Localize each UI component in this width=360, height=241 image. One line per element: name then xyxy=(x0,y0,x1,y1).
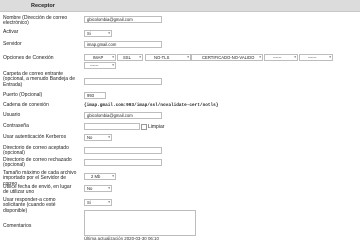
fecha-envio-label: Utilice fecha de envió, en lugar de util… xyxy=(3,184,72,196)
activar-select[interactable]: Si ▾ xyxy=(84,30,112,37)
opciones-label: Opciones de Conexión xyxy=(3,55,54,61)
chevron-down-icon: ▾ xyxy=(139,55,141,59)
chevron-down-icon: ▾ xyxy=(108,200,110,204)
chevron-down-icon: ▾ xyxy=(329,55,331,59)
activar-label: Activar xyxy=(3,29,19,35)
opcion-ssl-value: SSL xyxy=(123,55,131,60)
kerberos-value: No xyxy=(87,135,93,140)
opcion-extra3-value: ------ xyxy=(90,63,99,68)
tamano-select[interactable]: 2 Mb ▾ xyxy=(84,173,116,180)
kerberos-label: Usar autenticación Kerberos xyxy=(3,134,67,140)
chevron-down-icon: ▾ xyxy=(187,55,189,59)
usuario-input[interactable]: gbicolombia@gmail.com xyxy=(84,112,162,119)
opcion-protocolo-value: IMAP xyxy=(93,55,104,60)
chevron-down-icon: ▾ xyxy=(112,63,114,67)
chevron-down-icon: ▾ xyxy=(294,55,296,59)
responder-value: Si xyxy=(87,200,91,205)
section-title: Receptor xyxy=(31,3,55,9)
fecha-envio-value: No xyxy=(87,186,93,191)
dir-aceptado-label: Directorio de correo aceptado (opcional) xyxy=(3,145,69,157)
activar-value: Si xyxy=(87,31,91,36)
opcion-extra2-value: ------ xyxy=(308,55,317,60)
opcion-ssl-select[interactable]: SSL ▾ xyxy=(117,54,143,61)
responder-label: Usar responder-a como solicitante (cuand… xyxy=(3,197,56,214)
chevron-down-icon: ▾ xyxy=(108,186,110,190)
fecha-envio-select[interactable]: No ▾ xyxy=(84,185,112,192)
dir-rechazado-label: Directorio de correo rechazado (opcional… xyxy=(3,157,72,169)
opcion-certificado-value: CERTIFICADO-NO-VALIDO xyxy=(202,55,255,60)
contrasena-label: Contraseña xyxy=(3,123,29,129)
puerto-label: Puerto (Opcional) xyxy=(3,92,43,98)
chevron-down-icon: ▾ xyxy=(108,135,110,139)
opcion-tls-select[interactable]: NO-TLS ▾ xyxy=(145,54,191,61)
comentarios-label: Comentarios xyxy=(3,223,32,229)
carpeta-input[interactable] xyxy=(84,78,162,85)
cadena-label: Cadena de conexión xyxy=(3,102,49,108)
nombre-input[interactable]: gbicolombia@gmail.com xyxy=(84,16,162,23)
opcion-protocolo-select[interactable]: IMAP ▾ xyxy=(84,54,116,61)
contrasena-input[interactable] xyxy=(84,123,140,130)
opcion-extra1-value: ------ xyxy=(273,55,282,60)
tamano-value: 2 Mb xyxy=(91,174,101,179)
limpiar-checkbox[interactable] xyxy=(141,124,147,130)
chevron-down-icon: ▾ xyxy=(259,55,261,59)
chevron-down-icon: ▾ xyxy=(112,55,114,59)
carpeta-label: Carpeta de correo entrante (opcional, a … xyxy=(3,71,75,88)
usuario-label: Usuario xyxy=(3,112,21,118)
dir-aceptado-input[interactable] xyxy=(84,147,162,154)
opcion-certificado-select[interactable]: CERTIFICADO-NO-VALIDO ▾ xyxy=(191,54,263,61)
opcion-tls-value: NO-TLS xyxy=(154,55,170,60)
servidor-label: Servidor xyxy=(3,41,22,47)
opcion-extra3-select[interactable]: ------ ▾ xyxy=(84,62,116,69)
section-header: Receptor xyxy=(0,0,360,12)
cadena-value: {imap.gmail.com:993/imap/ssl/novalidate-… xyxy=(84,103,219,108)
dir-rechazado-input[interactable] xyxy=(84,159,162,166)
opcion-extra2-select[interactable]: ------ ▾ xyxy=(299,54,333,61)
chevron-down-icon: ▾ xyxy=(112,174,114,178)
puerto-input[interactable]: 993 xyxy=(84,92,106,99)
limpiar-label: Limpiar xyxy=(148,124,165,130)
chevron-down-icon: ▾ xyxy=(108,31,110,35)
kerberos-select[interactable]: No ▾ xyxy=(84,134,112,141)
comentarios-textarea[interactable] xyxy=(84,210,196,236)
responder-select[interactable]: Si ▾ xyxy=(84,199,112,206)
servidor-input[interactable]: imap.gmail.com xyxy=(84,41,162,48)
opcion-extra1-select[interactable]: ------ ▾ xyxy=(264,54,298,61)
nombre-label: Nombre (Dirección de correo electrónico) xyxy=(3,15,68,27)
